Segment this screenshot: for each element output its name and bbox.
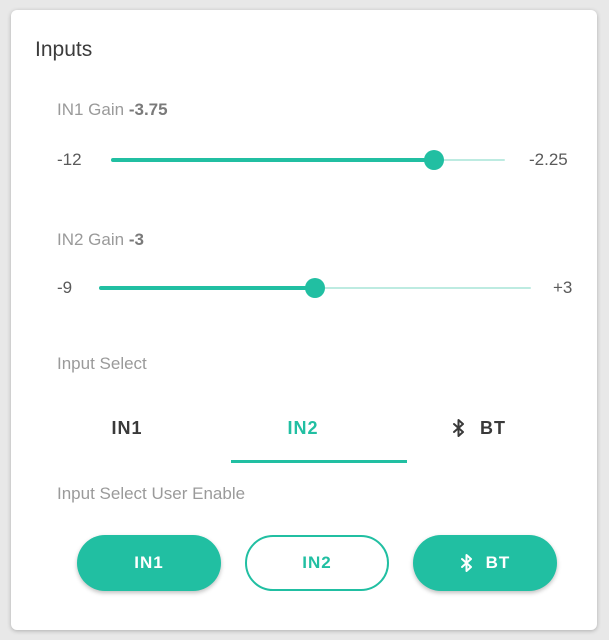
enable-bt-button[interactable]: BT [413, 535, 557, 591]
tab-in2[interactable]: IN2 [215, 398, 391, 458]
bluetooth-icon [460, 554, 472, 572]
tab-bt[interactable]: BT [391, 398, 567, 458]
in1-gain-label: IN1 Gain -3.75 [57, 100, 168, 120]
card-title: Inputs [35, 38, 93, 61]
tab-bt-label: BT [480, 417, 506, 438]
in1-gain-slider-fill [111, 158, 435, 162]
in2-gain-slider-fill [99, 286, 315, 290]
in1-gain-slider-thumb[interactable] [424, 150, 445, 170]
in2-gain-value: -3 [128, 230, 144, 249]
in1-gain-max: -2.25 [529, 150, 568, 169]
enable-in1-button[interactable]: IN1 [77, 535, 221, 591]
in2-gain-min: -9 [57, 278, 73, 297]
in1-gain-min: -12 [57, 150, 82, 169]
in2-gain-slider-thumb[interactable] [305, 278, 325, 298]
tab-in2-label: IN2 [287, 417, 319, 438]
enable-bt-label: BT [485, 553, 511, 572]
input-select-label: Input Select [57, 354, 147, 373]
enable-in2-label: IN2 [302, 553, 332, 572]
inputs-card: Inputs IN1 Gain -3.75 -12 -2.25 IN2 Gain… [11, 10, 597, 630]
enable-in1-label: IN1 [134, 553, 164, 572]
bluetooth-icon [453, 419, 464, 437]
in2-gain-label-text: IN2 Gain [57, 230, 125, 249]
tab-in1-label: IN1 [111, 417, 143, 438]
in2-gain-slider[interactable] [99, 278, 531, 298]
input-select-tabs: IN1 IN2 BT [39, 398, 567, 464]
in2-gain-label: IN2 Gain -3 [57, 230, 144, 250]
enable-in2-button[interactable]: IN2 [245, 535, 389, 591]
in2-gain-max: +3 [553, 278, 573, 297]
tab-active-indicator [231, 460, 407, 463]
tab-in1[interactable]: IN1 [39, 398, 215, 458]
in1-gain-value: -3.75 [128, 100, 168, 119]
in1-gain-label-text: IN1 Gain [57, 100, 125, 119]
in1-gain-slider[interactable] [111, 150, 505, 170]
input-select-user-enable-label: Input Select User Enable [57, 484, 246, 503]
